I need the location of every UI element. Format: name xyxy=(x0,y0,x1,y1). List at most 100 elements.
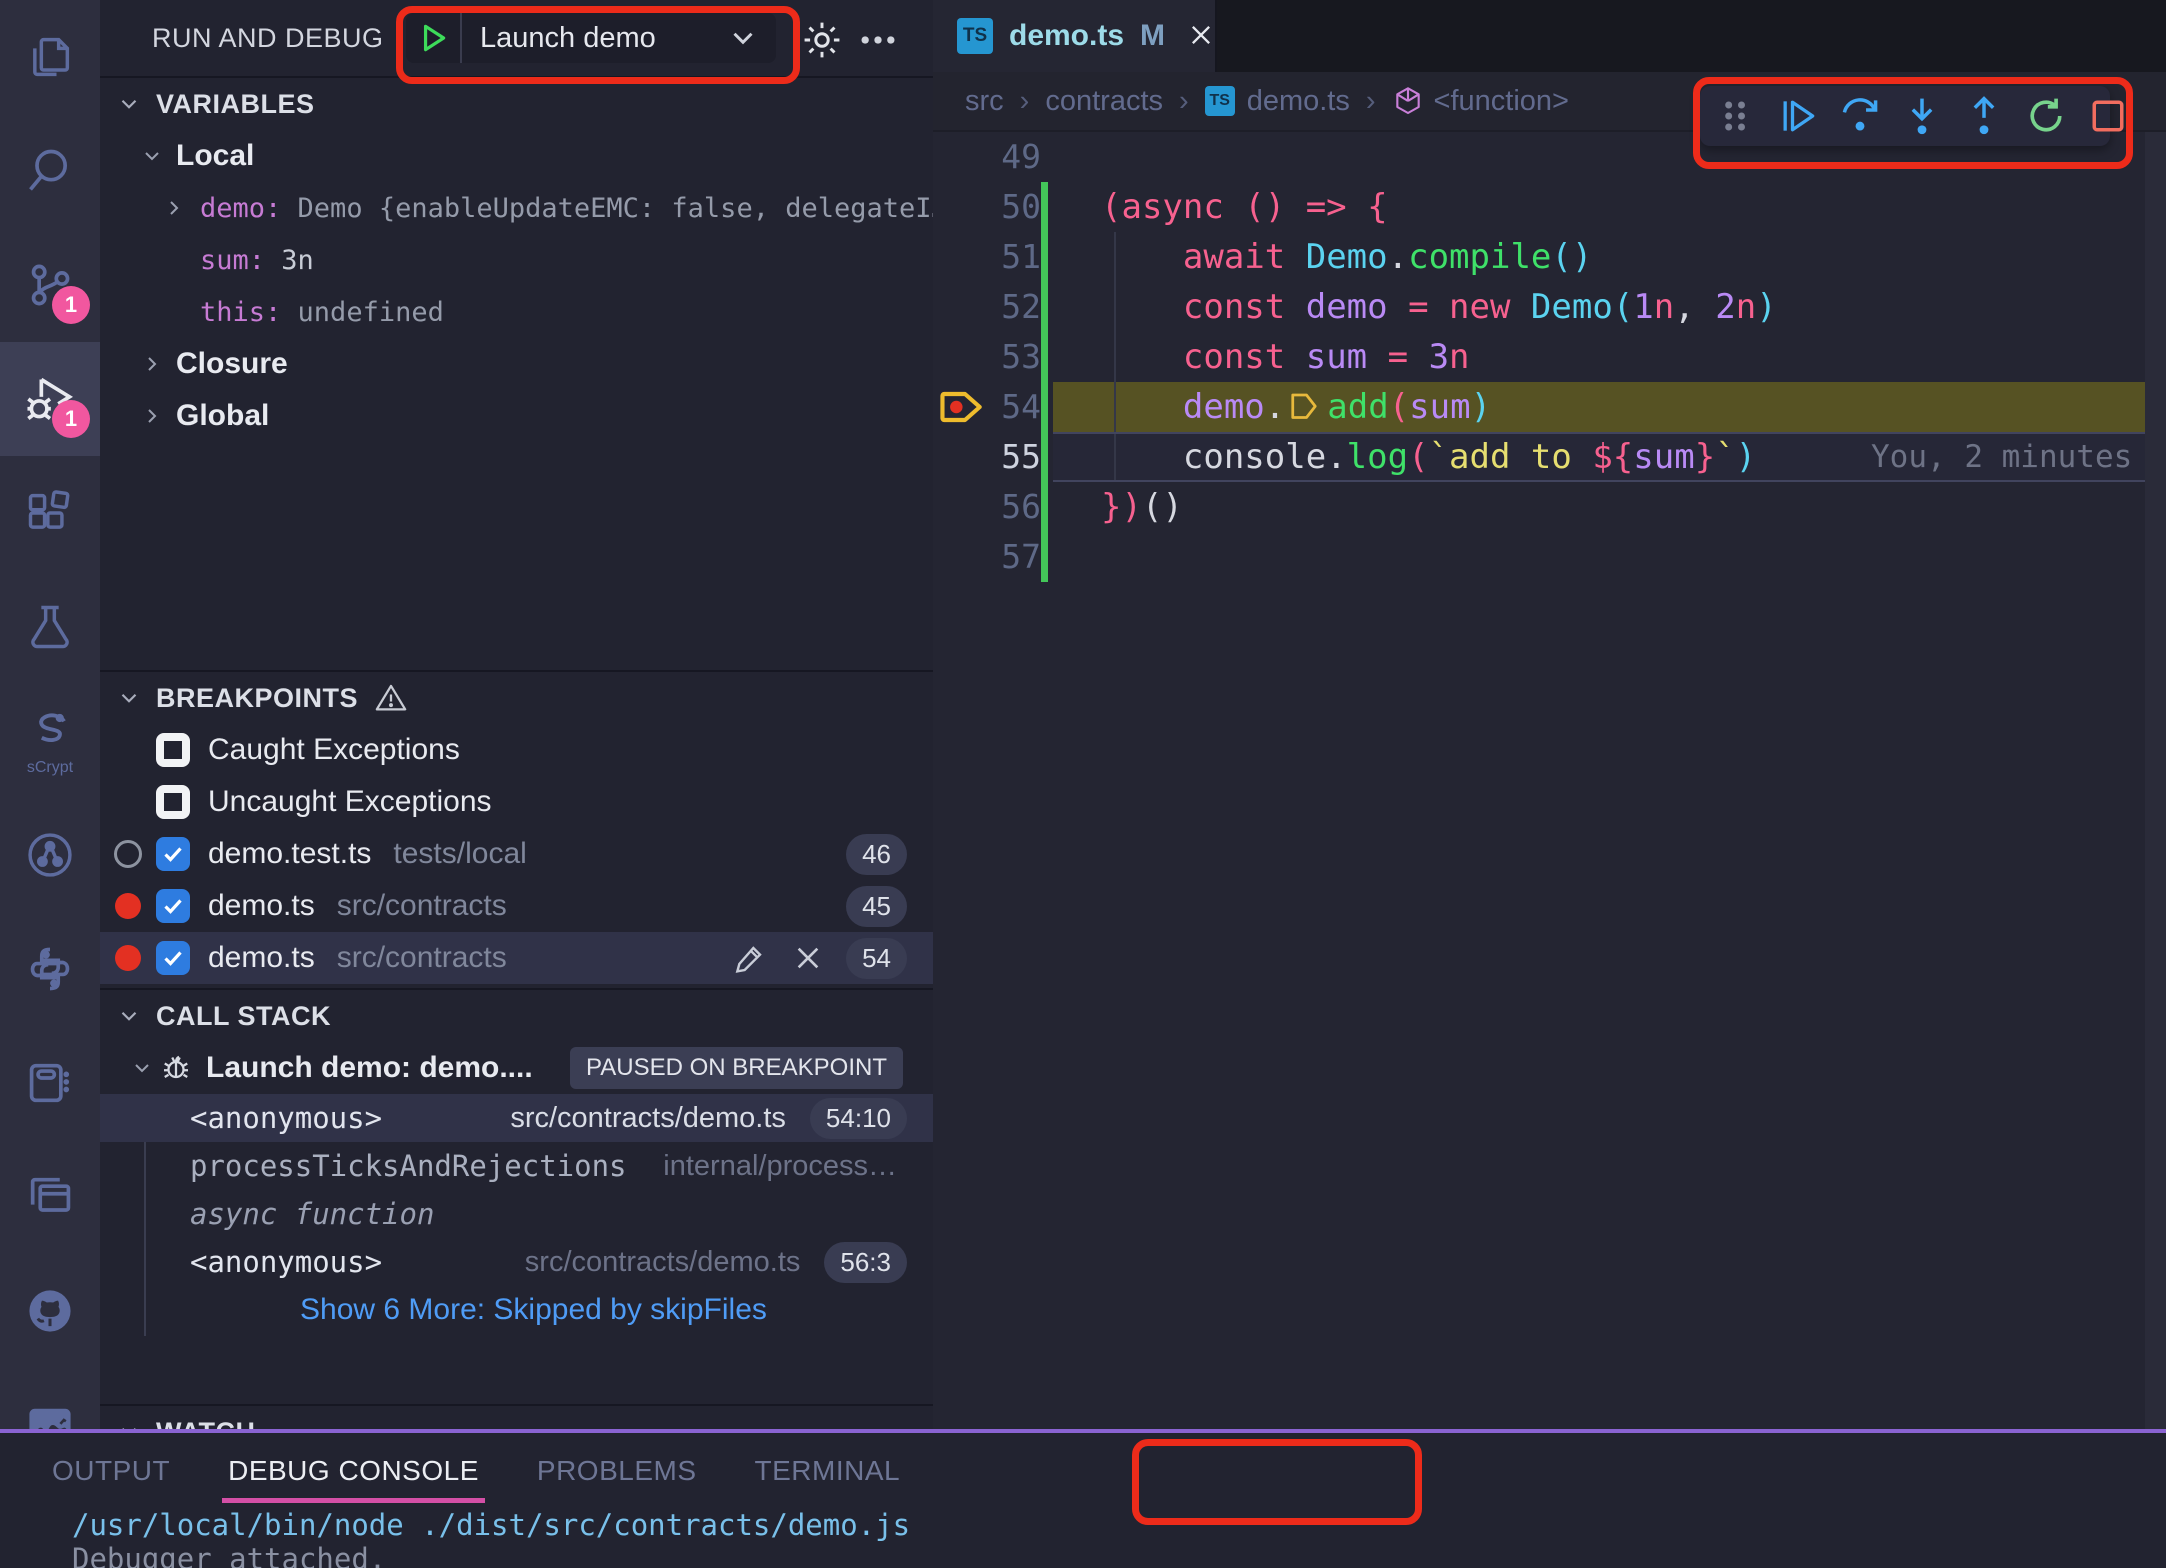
breadcrumb-item[interactable]: <function> xyxy=(1392,85,1569,118)
breakpoint-line-badge: 54 xyxy=(846,938,907,979)
code-line-content[interactable]: const demo = new Demo(1n, 2n) xyxy=(1053,282,2145,332)
call-stack-session-row[interactable]: Launch demo: demo....PAUSED ON BREAKPOIN… xyxy=(100,1042,933,1094)
code-line[interactable]: 53 const sum = 3n xyxy=(933,332,2166,382)
code-line-content[interactable]: const sum = 3n xyxy=(1053,332,2145,382)
breakpoint-gutter[interactable] xyxy=(933,182,997,232)
pencil-icon[interactable] xyxy=(734,942,766,974)
restart-icon[interactable] xyxy=(2024,94,2068,138)
step-over-icon[interactable] xyxy=(1838,94,1882,138)
variable-row[interactable]: this: undefined xyxy=(100,286,933,338)
variable-name: this: xyxy=(200,297,298,328)
breadcrumb-item[interactable]: contracts xyxy=(1045,85,1163,118)
breadcrumb-item[interactable]: TSdemo.ts xyxy=(1205,85,1350,118)
code-line[interactable]: 52 const demo = new Demo(1n, 2n) xyxy=(933,282,2166,332)
activity-bar-item-extensions[interactable] xyxy=(0,456,100,570)
gear-icon[interactable] xyxy=(800,18,844,62)
chevron-down-icon[interactable] xyxy=(140,144,164,168)
code-line-content[interactable]: })() xyxy=(1053,482,2145,532)
breakpoint-gutter[interactable] xyxy=(933,332,997,382)
activity-bar-item-scrypt[interactable]: sCrypt xyxy=(0,684,100,798)
checkbox[interactable] xyxy=(156,733,190,767)
variable-scope-row[interactable]: Global xyxy=(100,390,933,442)
breakpoint-gutter[interactable] xyxy=(933,282,997,332)
step-into-icon[interactable] xyxy=(1900,94,1944,138)
show-more-row[interactable]: Show 6 More: Skipped by skipFiles xyxy=(100,1286,933,1334)
debug-pointer-breakpoint-icon[interactable] xyxy=(933,382,997,432)
breadcrumb-item[interactable]: src xyxy=(965,85,1004,118)
activity-bar-item-github[interactable] xyxy=(0,1254,100,1368)
exception-breakpoint-row[interactable]: Caught Exceptions xyxy=(100,724,933,776)
code-line-content[interactable]: demo.add(sum) xyxy=(1053,382,2145,432)
code-line[interactable]: 54 demo.add(sum) xyxy=(933,382,2166,432)
checkbox[interactable] xyxy=(156,941,190,975)
code-line[interactable]: 56})() xyxy=(933,482,2166,532)
stack-frame-row[interactable]: <anonymous>src/contracts/demo.ts54:10 xyxy=(100,1094,933,1142)
panel-tab-problems[interactable]: PROBLEMS xyxy=(537,1455,697,1487)
breakpoint-row[interactable]: demo.tssrc/contracts45 xyxy=(100,880,933,932)
activity-bar-item-testing[interactable] xyxy=(0,570,100,684)
breakpoint-gutter[interactable] xyxy=(933,432,997,482)
variable-row[interactable]: demo: Demo {enableUpdateEMC: false, dele… xyxy=(100,182,933,234)
variable-scope-row[interactable]: Closure xyxy=(100,338,933,390)
chevron-right-icon[interactable] xyxy=(140,404,164,428)
stack-frame-row[interactable]: processTicksAndRejectionsinternal/proces… xyxy=(100,1142,933,1190)
code-line[interactable]: 51 await Demo.compile() xyxy=(933,232,2166,282)
step-out-icon[interactable] xyxy=(1962,94,2006,138)
debug-console-output[interactable]: /usr/local/bin/node ./dist/src/contracts… xyxy=(0,1508,2166,1568)
chevron-down-icon[interactable] xyxy=(726,21,776,55)
breakpoint-gutter[interactable] xyxy=(933,232,997,282)
chevron-down-icon[interactable] xyxy=(130,1056,154,1080)
breakpoint-gutter[interactable] xyxy=(933,132,997,182)
chevron-right-icon[interactable] xyxy=(162,196,186,220)
activity-bar-item-files[interactable] xyxy=(0,0,100,114)
stack-frame-row[interactable]: async function xyxy=(100,1190,933,1238)
panel-tab-output[interactable]: OUTPUT xyxy=(52,1455,170,1487)
section-header[interactable]: VARIABLES xyxy=(100,78,933,130)
code-line-content[interactable] xyxy=(1053,532,2145,582)
editor-scrollbar[interactable] xyxy=(2145,132,2166,1429)
section-header[interactable]: BREAKPOINTS xyxy=(100,672,933,724)
activity-bar-item-notebook[interactable] xyxy=(0,1026,100,1140)
chevron-right-icon[interactable] xyxy=(140,352,164,376)
gripper-icon[interactable] xyxy=(1714,94,1758,138)
launch-config-dropdown[interactable]: Launch demo xyxy=(406,13,776,63)
section-header[interactable]: CALL STACK xyxy=(100,990,933,1042)
checkbox[interactable] xyxy=(156,837,190,871)
variable-row[interactable]: sum: 3n xyxy=(100,234,933,286)
code-line-content[interactable]: await Demo.compile() xyxy=(1053,232,2145,282)
code-editor[interactable]: 4950(async () => {51 await Demo.compile(… xyxy=(933,132,2166,582)
stack-frame-row[interactable]: <anonymous>src/contracts/demo.ts56:3 xyxy=(100,1238,933,1286)
close-icon[interactable] xyxy=(1187,21,1215,51)
variable-scope-row[interactable]: Local xyxy=(100,130,933,182)
close-icon[interactable] xyxy=(792,942,824,974)
code-line[interactable]: 57 xyxy=(933,532,2166,582)
activity-bar-item-run-debug[interactable]: 1 xyxy=(0,342,100,456)
code-line-content[interactable]: console.log(`add to ${sum}`)You, 2 minut… xyxy=(1053,432,2145,482)
activity-bar-item-python[interactable] xyxy=(0,912,100,1026)
checkbox[interactable] xyxy=(156,889,190,923)
start-debug-icon[interactable] xyxy=(406,13,462,63)
launch-config-label[interactable]: Launch demo xyxy=(462,22,726,55)
tab-label[interactable]: demo.ts xyxy=(1009,19,1124,53)
code-line-content[interactable]: (async () => { xyxy=(1053,182,2145,232)
more-actions-icon[interactable] xyxy=(856,18,900,62)
breakpoint-gutter[interactable] xyxy=(933,532,997,582)
stop-icon[interactable] xyxy=(2086,94,2130,138)
activity-bar-item-network-share[interactable] xyxy=(0,798,100,912)
activity-bar-item-search[interactable] xyxy=(0,114,100,228)
show-more-link[interactable]: Show 6 More: Skipped by skipFiles xyxy=(300,1293,767,1327)
code-line[interactable]: 50(async () => { xyxy=(933,182,2166,232)
activity-bar-item-source-control[interactable]: 1 xyxy=(0,228,100,342)
checkbox[interactable] xyxy=(156,785,190,819)
tab-demo-ts[interactable]: TS demo.ts M xyxy=(933,0,1217,72)
panel-tab-terminal[interactable]: TERMINAL xyxy=(755,1455,901,1487)
exception-breakpoint-row[interactable]: Uncaught Exceptions xyxy=(100,776,933,828)
breakpoint-row[interactable]: demo.test.tstests/local46 xyxy=(100,828,933,880)
code-line[interactable]: 55 console.log(`add to ${sum}`)You, 2 mi… xyxy=(933,432,2166,482)
code-token: ( xyxy=(1389,387,1409,427)
activity-bar-item-windows[interactable] xyxy=(0,1140,100,1254)
breakpoint-gutter[interactable] xyxy=(933,482,997,532)
breakpoint-row[interactable]: demo.tssrc/contracts54 xyxy=(100,932,933,984)
continue-icon[interactable] xyxy=(1776,94,1820,138)
panel-tab-debug-console[interactable]: DEBUG CONSOLE xyxy=(228,1455,479,1487)
